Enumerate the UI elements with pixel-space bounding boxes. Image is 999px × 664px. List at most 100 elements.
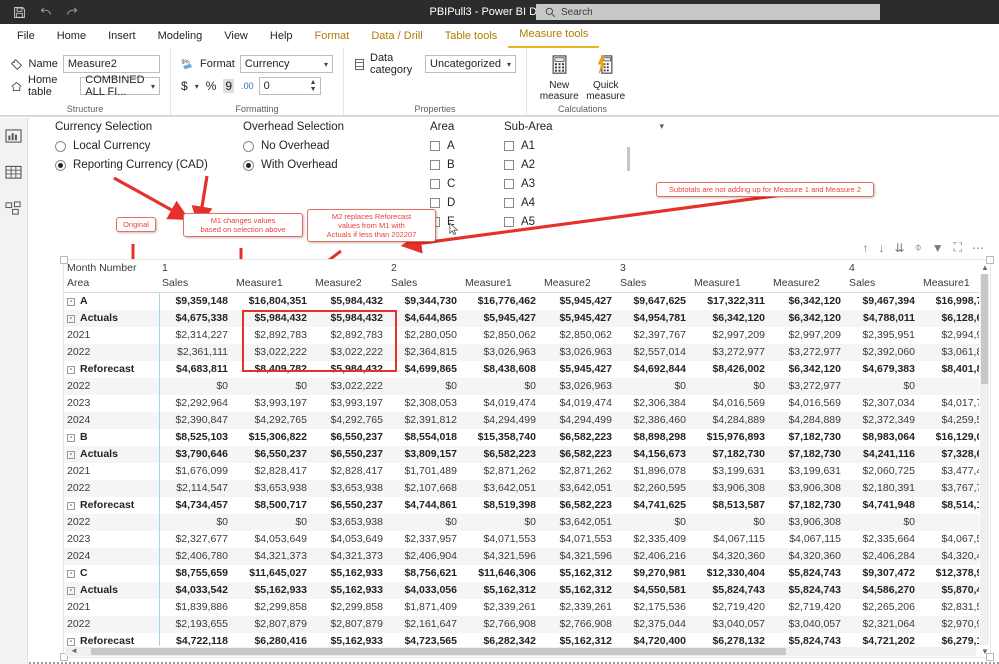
chevron-down-icon[interactable]: ▾ <box>195 82 199 91</box>
table-row[interactable]: 2023 $2,292,964 $3,993,197 $3,993,197 $2,308… <box>64 395 979 412</box>
focus-mode-icon[interactable]: ⛶ <box>954 240 962 255</box>
row-label-cell[interactable]: 2022 <box>64 344 160 361</box>
table-cell[interactable]: $6,550,237 <box>312 446 388 463</box>
table-cell[interactable]: $2,892,783 <box>312 327 388 344</box>
table-cell[interactable]: $2,299,858 <box>233 599 312 616</box>
col-header-2-measure1[interactable]: Measure1 <box>462 260 541 293</box>
table-cell[interactable]: $5,162,312 <box>541 633 617 646</box>
format-select[interactable]: Currency ▾ <box>239 55 333 73</box>
horizontal-scrollbar[interactable]: ◄ <box>65 646 976 656</box>
table-cell[interactable]: $2,970,962 <box>920 616 979 633</box>
table-cell[interactable]: $8,756,621 <box>388 565 462 582</box>
more-options-icon[interactable]: ⋯ <box>972 241 984 255</box>
table-cell[interactable]: $0 <box>691 378 770 395</box>
table-cell[interactable]: $4,321,373 <box>233 548 312 565</box>
tab-insert[interactable]: Insert <box>97 25 147 48</box>
table-cell[interactable]: $5,162,312 <box>462 582 541 599</box>
vertical-scroll-thumb[interactable] <box>981 274 988 384</box>
table-cell[interactable]: $4,721,202 <box>846 633 920 646</box>
checkbox-subarea-a1[interactable]: A1 <box>504 140 664 152</box>
table-cell[interactable]: $7,182,730 <box>770 446 846 463</box>
table-cell[interactable]: $2,719,420 <box>691 599 770 616</box>
table-cell[interactable]: $9,467,394 <box>846 293 920 311</box>
table-cell[interactable]: $8,438,608 <box>462 361 541 378</box>
table-cell[interactable]: $4,292,765 <box>312 412 388 429</box>
table-cell[interactable]: $0 <box>462 514 541 531</box>
table-cell[interactable]: $2,397,767 <box>617 327 691 344</box>
tab-home[interactable]: Home <box>46 25 97 48</box>
table-cell[interactable]: $2,306,384 <box>617 395 691 412</box>
tab-file[interactable]: File <box>6 25 46 48</box>
table-cell[interactable]: $6,582,223 <box>541 429 617 446</box>
table-cell[interactable]: $4,320,360 <box>691 548 770 565</box>
table-cell[interactable]: $8,401,832 <box>920 361 979 378</box>
table-cell[interactable]: $0 <box>233 378 312 395</box>
table-cell[interactable]: $4,675,338 <box>159 310 233 327</box>
table-cell[interactable]: $4,321,596 <box>462 548 541 565</box>
table-cell[interactable]: $0 <box>920 514 979 531</box>
table-row[interactable]: 2022 $2,193,655 $2,807,879 $2,807,879 $2,161… <box>64 616 979 633</box>
table-cell[interactable]: $3,026,963 <box>541 344 617 361</box>
chevron-down-icon[interactable]: ▾ <box>659 121 664 132</box>
table-cell[interactable]: $2,180,391 <box>846 480 920 497</box>
table-cell[interactable]: $4,284,889 <box>770 412 846 429</box>
table-cell[interactable]: $4,586,270 <box>846 582 920 599</box>
table-cell[interactable]: $16,776,462 <box>462 293 541 311</box>
table-cell[interactable]: $3,272,977 <box>770 344 846 361</box>
table-cell[interactable]: $6,342,120 <box>770 310 846 327</box>
row-label-cell[interactable]: 2023 <box>64 395 160 412</box>
expand-collapse-icon[interactable]: - <box>67 298 75 306</box>
radio-local-currency[interactable]: Local Currency <box>55 140 245 152</box>
table-cell[interactable]: $4,019,474 <box>541 395 617 412</box>
row-label-cell[interactable]: 2022 <box>64 378 160 395</box>
expand-all-icon[interactable]: ⇊ <box>894 241 904 255</box>
table-cell[interactable]: $3,993,197 <box>312 395 388 412</box>
quick-measure-button[interactable]: Quick measure <box>584 55 629 102</box>
table-cell[interactable]: $1,701,489 <box>388 463 462 480</box>
table-cell[interactable]: $4,734,457 <box>159 497 233 514</box>
table-cell[interactable]: $8,898,298 <box>617 429 691 446</box>
table-cell[interactable]: $9,344,730 <box>388 293 462 311</box>
row-label-cell[interactable]: 2021 <box>64 599 160 616</box>
table-cell[interactable]: $2,361,111 <box>159 344 233 361</box>
table-cell[interactable]: $5,162,312 <box>541 565 617 582</box>
table-cell[interactable]: $3,906,308 <box>691 480 770 497</box>
table-cell[interactable]: $2,766,908 <box>541 616 617 633</box>
table-cell[interactable]: $2,339,261 <box>541 599 617 616</box>
table-cell[interactable]: $8,525,103 <box>159 429 233 446</box>
table-cell[interactable]: $2,828,417 <box>312 463 388 480</box>
table-cell[interactable]: $3,906,308 <box>770 480 846 497</box>
data-category-select[interactable]: Uncategorized ▾ <box>425 55 516 73</box>
table-cell[interactable]: $3,022,222 <box>233 344 312 361</box>
row-label-cell[interactable]: - Actuals <box>64 446 160 463</box>
table-cell[interactable]: $0 <box>691 514 770 531</box>
checkbox-subarea-a3[interactable]: A3 <box>504 178 664 190</box>
table-cell[interactable]: $4,720,400 <box>617 633 691 646</box>
decimal-places-button[interactable]: .00 <box>241 81 254 91</box>
table-cell[interactable]: $5,162,933 <box>312 633 388 646</box>
table-row[interactable]: 2022 $0 $0 $3,653,938 $0 $0 $3,642,051 $0 $0 $3,9… <box>64 514 979 531</box>
scroll-down-icon[interactable]: ▼ <box>981 647 989 656</box>
table-cell[interactable]: $5,945,427 <box>541 361 617 378</box>
slicer-scrollbar[interactable] <box>627 147 630 171</box>
table-cell[interactable]: $2,557,014 <box>617 344 691 361</box>
row-label-cell[interactable]: -C <box>64 565 160 582</box>
table-cell[interactable]: $8,426,002 <box>691 361 770 378</box>
table-cell[interactable]: $0 <box>846 514 920 531</box>
row-label-cell[interactable]: 2023 <box>64 531 160 548</box>
table-cell[interactable]: $5,162,312 <box>541 582 617 599</box>
table-cell[interactable]: $2,406,284 <box>846 548 920 565</box>
row-header-cell[interactable]: Month Number Area <box>64 260 159 293</box>
table-cell[interactable]: $3,061,836 <box>920 344 979 361</box>
table-cell[interactable]: $2,175,536 <box>617 599 691 616</box>
radio-with-overhead[interactable]: With Overhead <box>243 159 423 171</box>
tab-table-tools[interactable]: Table tools <box>434 25 509 48</box>
row-label-cell[interactable]: 2022 <box>64 514 160 531</box>
table-cell[interactable]: $2,997,209 <box>770 327 846 344</box>
table-cell[interactable]: $5,824,743 <box>770 582 846 599</box>
table-cell[interactable]: $4,692,844 <box>617 361 691 378</box>
table-cell[interactable]: $2,265,206 <box>846 599 920 616</box>
table-cell[interactable]: $3,199,631 <box>770 463 846 480</box>
table-cell[interactable]: $5,162,933 <box>233 582 312 599</box>
radio-no-overhead[interactable]: No Overhead <box>243 140 423 152</box>
